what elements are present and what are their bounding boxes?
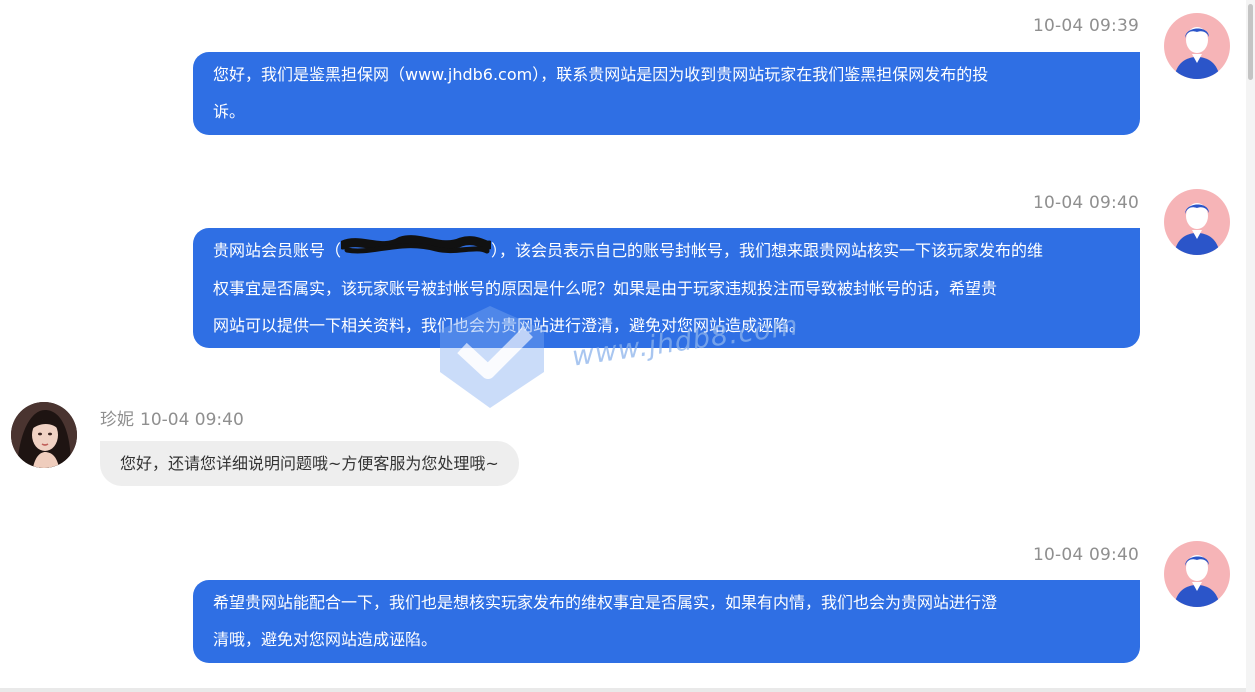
agent-name-line: 珍妮 10-04 09:40 bbox=[100, 405, 244, 430]
message-timestamp: 10-04 09:40 bbox=[1033, 545, 1139, 565]
divider bbox=[0, 688, 1246, 692]
user-avatar[interactable] bbox=[1164, 541, 1230, 607]
agent-photo-icon bbox=[11, 402, 77, 468]
person-icon bbox=[1174, 555, 1220, 607]
message-bubble-user: 贵网站会员账号（ ），该会员表示自己的账号封帐号，我们想来跟贵网站核实一下该玩家… bbox=[193, 228, 1140, 348]
user-avatar[interactable] bbox=[1164, 189, 1230, 255]
message-bubble-user: 您好，我们是鉴黑担保网（www.jhdb6.com），联系贵网站是因为收到贵网站… bbox=[193, 52, 1140, 135]
person-icon bbox=[1174, 203, 1220, 255]
chat-window: 10-04 09:39 您好，我们是鉴黑担保网（www.jhdb6.com），联… bbox=[0, 0, 1255, 692]
message-line: 贵网站会员账号（ ），该会员表示自己的账号封帐号，我们想来跟贵网站核实一下该玩家… bbox=[213, 232, 1118, 270]
message-line: 权事宜是否属实，该玩家账号被封帐号的原因是什么呢？如果是由于玩家违规投注而导致被… bbox=[213, 279, 998, 298]
scrollbar-thumb[interactable] bbox=[1248, 4, 1253, 80]
agent-avatar[interactable] bbox=[11, 402, 77, 468]
vertical-scrollbar[interactable] bbox=[1246, 0, 1255, 692]
message-timestamp: 10-04 09:40 bbox=[1033, 193, 1139, 213]
message-line: 诉。 bbox=[213, 102, 246, 121]
user-avatar[interactable] bbox=[1164, 13, 1230, 79]
message-bubble-agent: 您好，还请您详细说明问题哦~方便客服为您处理哦~ bbox=[100, 441, 519, 486]
message-text: ），该会员表示自己的账号封帐号，我们想来跟贵网站核实一下该玩家发布的维 bbox=[491, 241, 1044, 260]
redaction-scribble bbox=[338, 233, 494, 270]
message-timestamp: 10-04 09:40 bbox=[140, 410, 244, 430]
message-line: 希望贵网站能配合一下，我们也是想核实玩家发布的维权事宜是否属实，如果有内情，我们… bbox=[213, 593, 998, 612]
message-text: 贵网站会员账号（ bbox=[213, 241, 342, 260]
message-bubble-user: 希望贵网站能配合一下，我们也是想核实玩家发布的维权事宜是否属实，如果有内情，我们… bbox=[193, 580, 1140, 663]
message-line: 清哦，避免对您网站造成诬陷。 bbox=[213, 630, 438, 649]
agent-name: 珍妮 bbox=[100, 410, 134, 430]
message-timestamp: 10-04 09:39 bbox=[1033, 16, 1139, 36]
message-line: 您好，我们是鉴黑担保网（www.jhdb6.com），联系贵网站是因为收到贵网站… bbox=[213, 65, 989, 84]
message-line: 网站可以提供一下相关资料，我们也会为贵网站进行澄清，避免对您网站造成诬陷。 bbox=[213, 316, 806, 335]
person-icon bbox=[1174, 27, 1220, 79]
